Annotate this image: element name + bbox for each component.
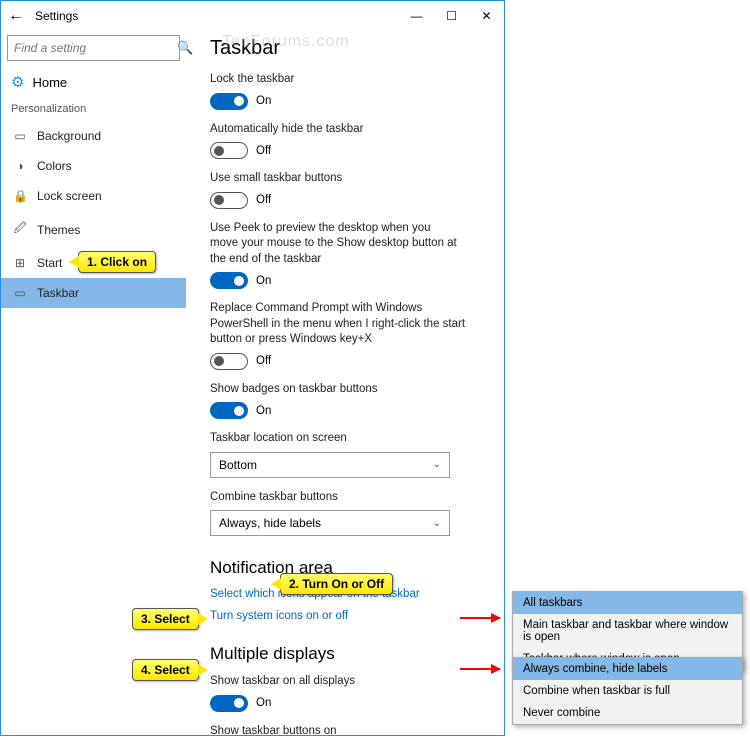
back-button[interactable]: ← <box>1 7 31 25</box>
arrow-icon <box>460 668 500 670</box>
combine-dropdown[interactable]: Always, hide labels ⌄ <box>210 510 450 536</box>
arrow-icon <box>460 617 500 619</box>
section-header: Personalization <box>1 99 186 121</box>
titlebar: ← Settings — ☐ ✕ <box>1 1 504 31</box>
peek-toggle[interactable] <box>210 272 248 289</box>
lock-screen-icon: 🔒 <box>13 189 27 203</box>
sidebar-item-colors[interactable]: ◑ Colors <box>1 151 186 181</box>
sidebar-item-label: Lock screen <box>37 189 102 203</box>
menu-item[interactable]: Never combine <box>513 702 742 724</box>
close-button[interactable]: ✕ <box>469 1 504 31</box>
menu-item[interactable]: Main taskbar and taskbar where window is… <box>513 614 742 648</box>
toggle-state: Off <box>256 145 271 157</box>
toggle-state: Off <box>256 194 271 206</box>
menu-item[interactable]: Combine when taskbar is full <box>513 680 742 702</box>
sidebar-item-taskbar[interactable]: ▭ Taskbar <box>1 278 186 308</box>
sidebar-item-label: Colors <box>37 159 72 173</box>
sidebar-item-label: Themes <box>37 223 80 237</box>
powershell-toggle[interactable] <box>210 353 248 370</box>
maximize-button[interactable]: ☐ <box>434 1 469 31</box>
sidebar-item-background[interactable]: ▭ Background <box>1 121 186 151</box>
setting-label: Show badges on taskbar buttons <box>210 382 486 398</box>
setting-label: Show taskbar buttons on <box>210 724 486 735</box>
search-box[interactable]: 🔍 <box>7 35 180 61</box>
taskbar-icon: ▭ <box>13 286 27 300</box>
location-dropdown[interactable]: Bottom ⌄ <box>210 452 450 478</box>
chevron-down-icon: ⌄ <box>433 518 441 529</box>
setting-label: Show taskbar on all displays <box>210 674 486 690</box>
sidebar-item-label: Taskbar <box>37 286 79 300</box>
themes-icon: 🖉 <box>13 219 27 240</box>
sidebar-item-themes[interactable]: 🖉 Themes <box>1 211 186 248</box>
page-title: Taskbar <box>210 37 486 60</box>
lock-taskbar-toggle[interactable] <box>210 93 248 110</box>
system-icons-link[interactable]: Turn system icons on or off <box>210 610 486 622</box>
callout-3: 3. Select <box>132 608 199 630</box>
sidebar-item-lock-screen[interactable]: 🔒 Lock screen <box>1 181 186 211</box>
settings-window: ← Settings — ☐ ✕ 🔍 ⚙ Home Personalizatio… <box>0 0 505 736</box>
gear-icon: ⚙ <box>11 73 24 91</box>
badges-toggle[interactable] <box>210 402 248 419</box>
setting-label: Automatically hide the taskbar <box>210 122 486 138</box>
toggle-state: On <box>256 697 271 709</box>
show-all-displays-toggle[interactable] <box>210 695 248 712</box>
setting-label: Use Peek to preview the desktop when you… <box>210 221 460 268</box>
callout-1: 1. Click on <box>78 251 156 273</box>
setting-label: Replace Command Prompt with Windows Powe… <box>210 301 470 348</box>
autohide-toggle[interactable] <box>210 142 248 159</box>
callout-2: 2. Turn On or Off <box>280 573 393 595</box>
setting-label: Lock the taskbar <box>210 72 486 88</box>
setting-label: Use small taskbar buttons <box>210 171 486 187</box>
search-input[interactable] <box>8 41 177 55</box>
setting-label: Taskbar location on screen <box>210 431 486 447</box>
section-heading: Multiple displays <box>210 644 486 664</box>
window-title: Settings <box>31 9 78 23</box>
dropdown-value: Always, hide labels <box>219 516 321 530</box>
chevron-down-icon: ⌄ <box>433 459 441 470</box>
home-nav[interactable]: ⚙ Home <box>1 67 186 99</box>
toggle-state: Off <box>256 355 271 367</box>
toggle-state: On <box>256 95 271 107</box>
menu-item[interactable]: Always combine, hide labels <box>513 658 742 680</box>
dropdown-value: Bottom <box>219 458 257 472</box>
menu-item[interactable]: All taskbars <box>513 592 742 614</box>
small-buttons-toggle[interactable] <box>210 192 248 209</box>
minimize-button[interactable]: — <box>399 1 434 31</box>
start-icon: ⊞ <box>13 256 27 270</box>
combine-other-menu: Always combine, hide labels Combine when… <box>512 657 743 725</box>
content-area: TenForums.com Taskbar Lock the taskbar O… <box>186 31 504 735</box>
sidebar-item-label: Background <box>37 129 101 143</box>
setting-label: Combine taskbar buttons <box>210 490 486 506</box>
toggle-state: On <box>256 405 271 417</box>
callout-4: 4. Select <box>132 659 199 681</box>
sidebar-item-label: Start <box>37 256 62 270</box>
home-label: Home <box>32 75 67 90</box>
colors-icon: ◑ <box>13 159 27 173</box>
background-icon: ▭ <box>13 129 27 143</box>
toggle-state: On <box>256 275 271 287</box>
